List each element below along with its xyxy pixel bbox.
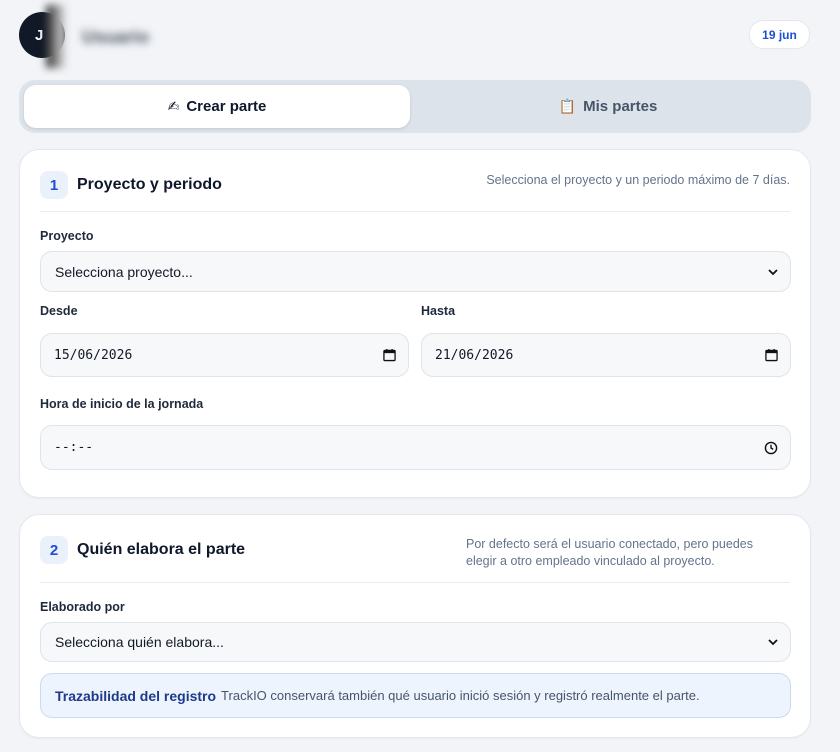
writing-hand-icon: ✍ — [167, 98, 180, 114]
elaborado-label: Elaborado por — [40, 600, 125, 614]
chevron-down-icon — [768, 637, 778, 647]
step-number: 2 — [40, 536, 68, 564]
proyecto-label: Proyecto — [40, 229, 94, 243]
elaborado-select[interactable]: Selecciona quién elabora... — [40, 622, 791, 662]
hora-time-value: --:-- — [54, 440, 94, 455]
calendar-icon[interactable] — [383, 348, 396, 362]
hora-label: Hora de inicio de la jornada — [40, 397, 204, 411]
proyecto-select[interactable]: Selecciona proyecto... — [40, 251, 791, 292]
tab-crear-parte[interactable]: ✍ Crear parte — [24, 85, 410, 128]
hora-time-input[interactable]: --:-- — [40, 425, 791, 470]
section-proyecto-periodo: 1 Proyecto y periodo Selecciona el proye… — [19, 149, 811, 498]
hasta-label: Hasta — [421, 304, 456, 318]
clock-icon[interactable] — [764, 441, 778, 455]
info-text: TrackIO conservará también qué usuario i… — [221, 688, 700, 703]
hasta-date-input[interactable]: 21/06/2026 — [421, 333, 791, 377]
hasta-date-value: 21/06/2026 — [435, 347, 514, 363]
section-hint: Por defecto será el usuario conectado, p… — [466, 537, 753, 568]
tab-label: Mis partes — [583, 98, 658, 115]
tab-label: Crear parte — [186, 98, 267, 115]
calendar-icon[interactable] — [765, 348, 778, 362]
tab-bar: ✍ Crear parte 📋 Mis partes — [19, 80, 811, 133]
section-title: Quién elabora el parte — [77, 541, 246, 558]
step-number: 1 — [40, 171, 68, 199]
avatar-initial: J — [35, 26, 44, 44]
user-name: Usuario — [82, 27, 150, 47]
divider — [40, 211, 790, 212]
info-title: Trazabilidad del registro — [55, 687, 217, 704]
desde-date-input[interactable]: 15/06/2026 — [40, 333, 409, 377]
desde-label: Desde — [40, 304, 78, 318]
trazabilidad-info-box: Trazabilidad del registro TrackIO conser… — [40, 673, 791, 718]
date-badge: 19 jun — [749, 20, 810, 49]
clipboard-icon: 📋 — [558, 98, 577, 114]
chevron-down-icon — [768, 267, 778, 277]
elaborado-select-value: Selecciona quién elabora... — [55, 634, 224, 650]
desde-date-value: 15/06/2026 — [54, 347, 133, 363]
section-quien-elabora: 2 Quién elabora el parte Por defecto ser… — [19, 514, 811, 738]
tab-mis-partes[interactable]: 📋 Mis partes — [410, 85, 806, 128]
proyecto-select-value: Selecciona proyecto... — [55, 263, 193, 280]
divider — [40, 582, 790, 583]
section-hint: Selecciona el proyecto y un periodo máxi… — [486, 173, 790, 187]
avatar-blur — [46, 5, 66, 68]
section-title: Proyecto y periodo — [77, 176, 222, 193]
